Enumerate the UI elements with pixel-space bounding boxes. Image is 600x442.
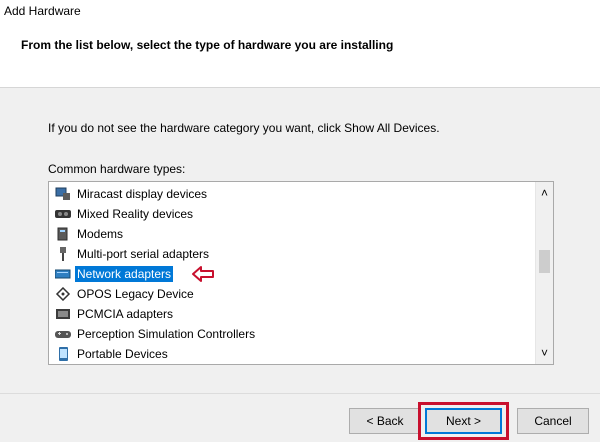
- footer-divider: [0, 393, 600, 394]
- list-item-label: Network adapters: [75, 266, 174, 282]
- window-titlebar: Add Hardware: [0, 0, 600, 24]
- portable-device-icon: [55, 347, 71, 361]
- list-item-network-adapters[interactable]: Network adapters: [49, 264, 535, 284]
- list-item-label: Multi-port serial adapters: [77, 247, 210, 261]
- list-item-portable-devices[interactable]: Portable Devices: [49, 344, 535, 364]
- vertical-scrollbar[interactable]: ˄ ˅: [535, 182, 553, 364]
- list-item-mixed-reality[interactable]: Mixed Reality devices: [49, 204, 535, 224]
- list-item-label: OPOS Legacy Device: [77, 287, 194, 301]
- list-item-opos-legacy[interactable]: OPOS Legacy Device: [49, 284, 535, 304]
- list-item-label: PCMCIA adapters: [77, 307, 174, 321]
- list-item-label: Mixed Reality devices: [77, 207, 194, 221]
- window-title: Add Hardware: [4, 4, 81, 18]
- opos-device-icon: [55, 286, 71, 302]
- serial-port-icon: [55, 247, 71, 261]
- list-item-label: Modems: [77, 227, 124, 241]
- list-item-pcmcia[interactable]: PCMCIA adapters: [49, 304, 535, 324]
- scroll-up-button[interactable]: ˄: [536, 184, 553, 201]
- perception-controller-icon: [55, 327, 71, 341]
- header-title: From the list below, select the type of …: [21, 38, 394, 52]
- chevron-up-icon: ˄: [540, 185, 548, 200]
- list-item-label: Perception Simulation Controllers: [77, 327, 256, 341]
- modem-icon: [55, 227, 71, 241]
- scroll-down-button[interactable]: ˅: [536, 344, 553, 361]
- pcmcia-icon: [55, 307, 71, 321]
- mixed-reality-icon: [55, 207, 71, 221]
- list-item-multi-port-serial[interactable]: Multi-port serial adapters: [49, 244, 535, 264]
- next-button-highlight: [418, 402, 509, 440]
- instruction-text: If you do not see the hardware category …: [48, 121, 440, 135]
- list-item-perception-simulation[interactable]: Perception Simulation Controllers: [49, 324, 535, 344]
- list-item-label: Miracast display devices: [77, 187, 208, 201]
- list-item-modems[interactable]: Modems: [49, 224, 535, 244]
- back-button[interactable]: < Back: [349, 408, 421, 434]
- add-hardware-dialog: Add Hardware From the list below, select…: [0, 0, 600, 442]
- hardware-type-listbox[interactable]: Miracast display devices Mixed Reality d…: [48, 181, 554, 365]
- red-arrow-icon: [192, 266, 214, 282]
- list-item-label: Portable Devices: [77, 347, 168, 361]
- scrollbar-thumb[interactable]: [539, 250, 550, 273]
- list-label: Common hardware types:: [48, 162, 186, 176]
- header-panel: From the list below, select the type of …: [0, 24, 600, 88]
- list-item-miracast[interactable]: Miracast display devices: [49, 184, 535, 204]
- network-adapter-icon: [54, 267, 71, 281]
- miracast-icon: [55, 187, 71, 201]
- chevron-down-icon: ˅: [540, 345, 548, 360]
- cancel-button[interactable]: Cancel: [517, 408, 589, 434]
